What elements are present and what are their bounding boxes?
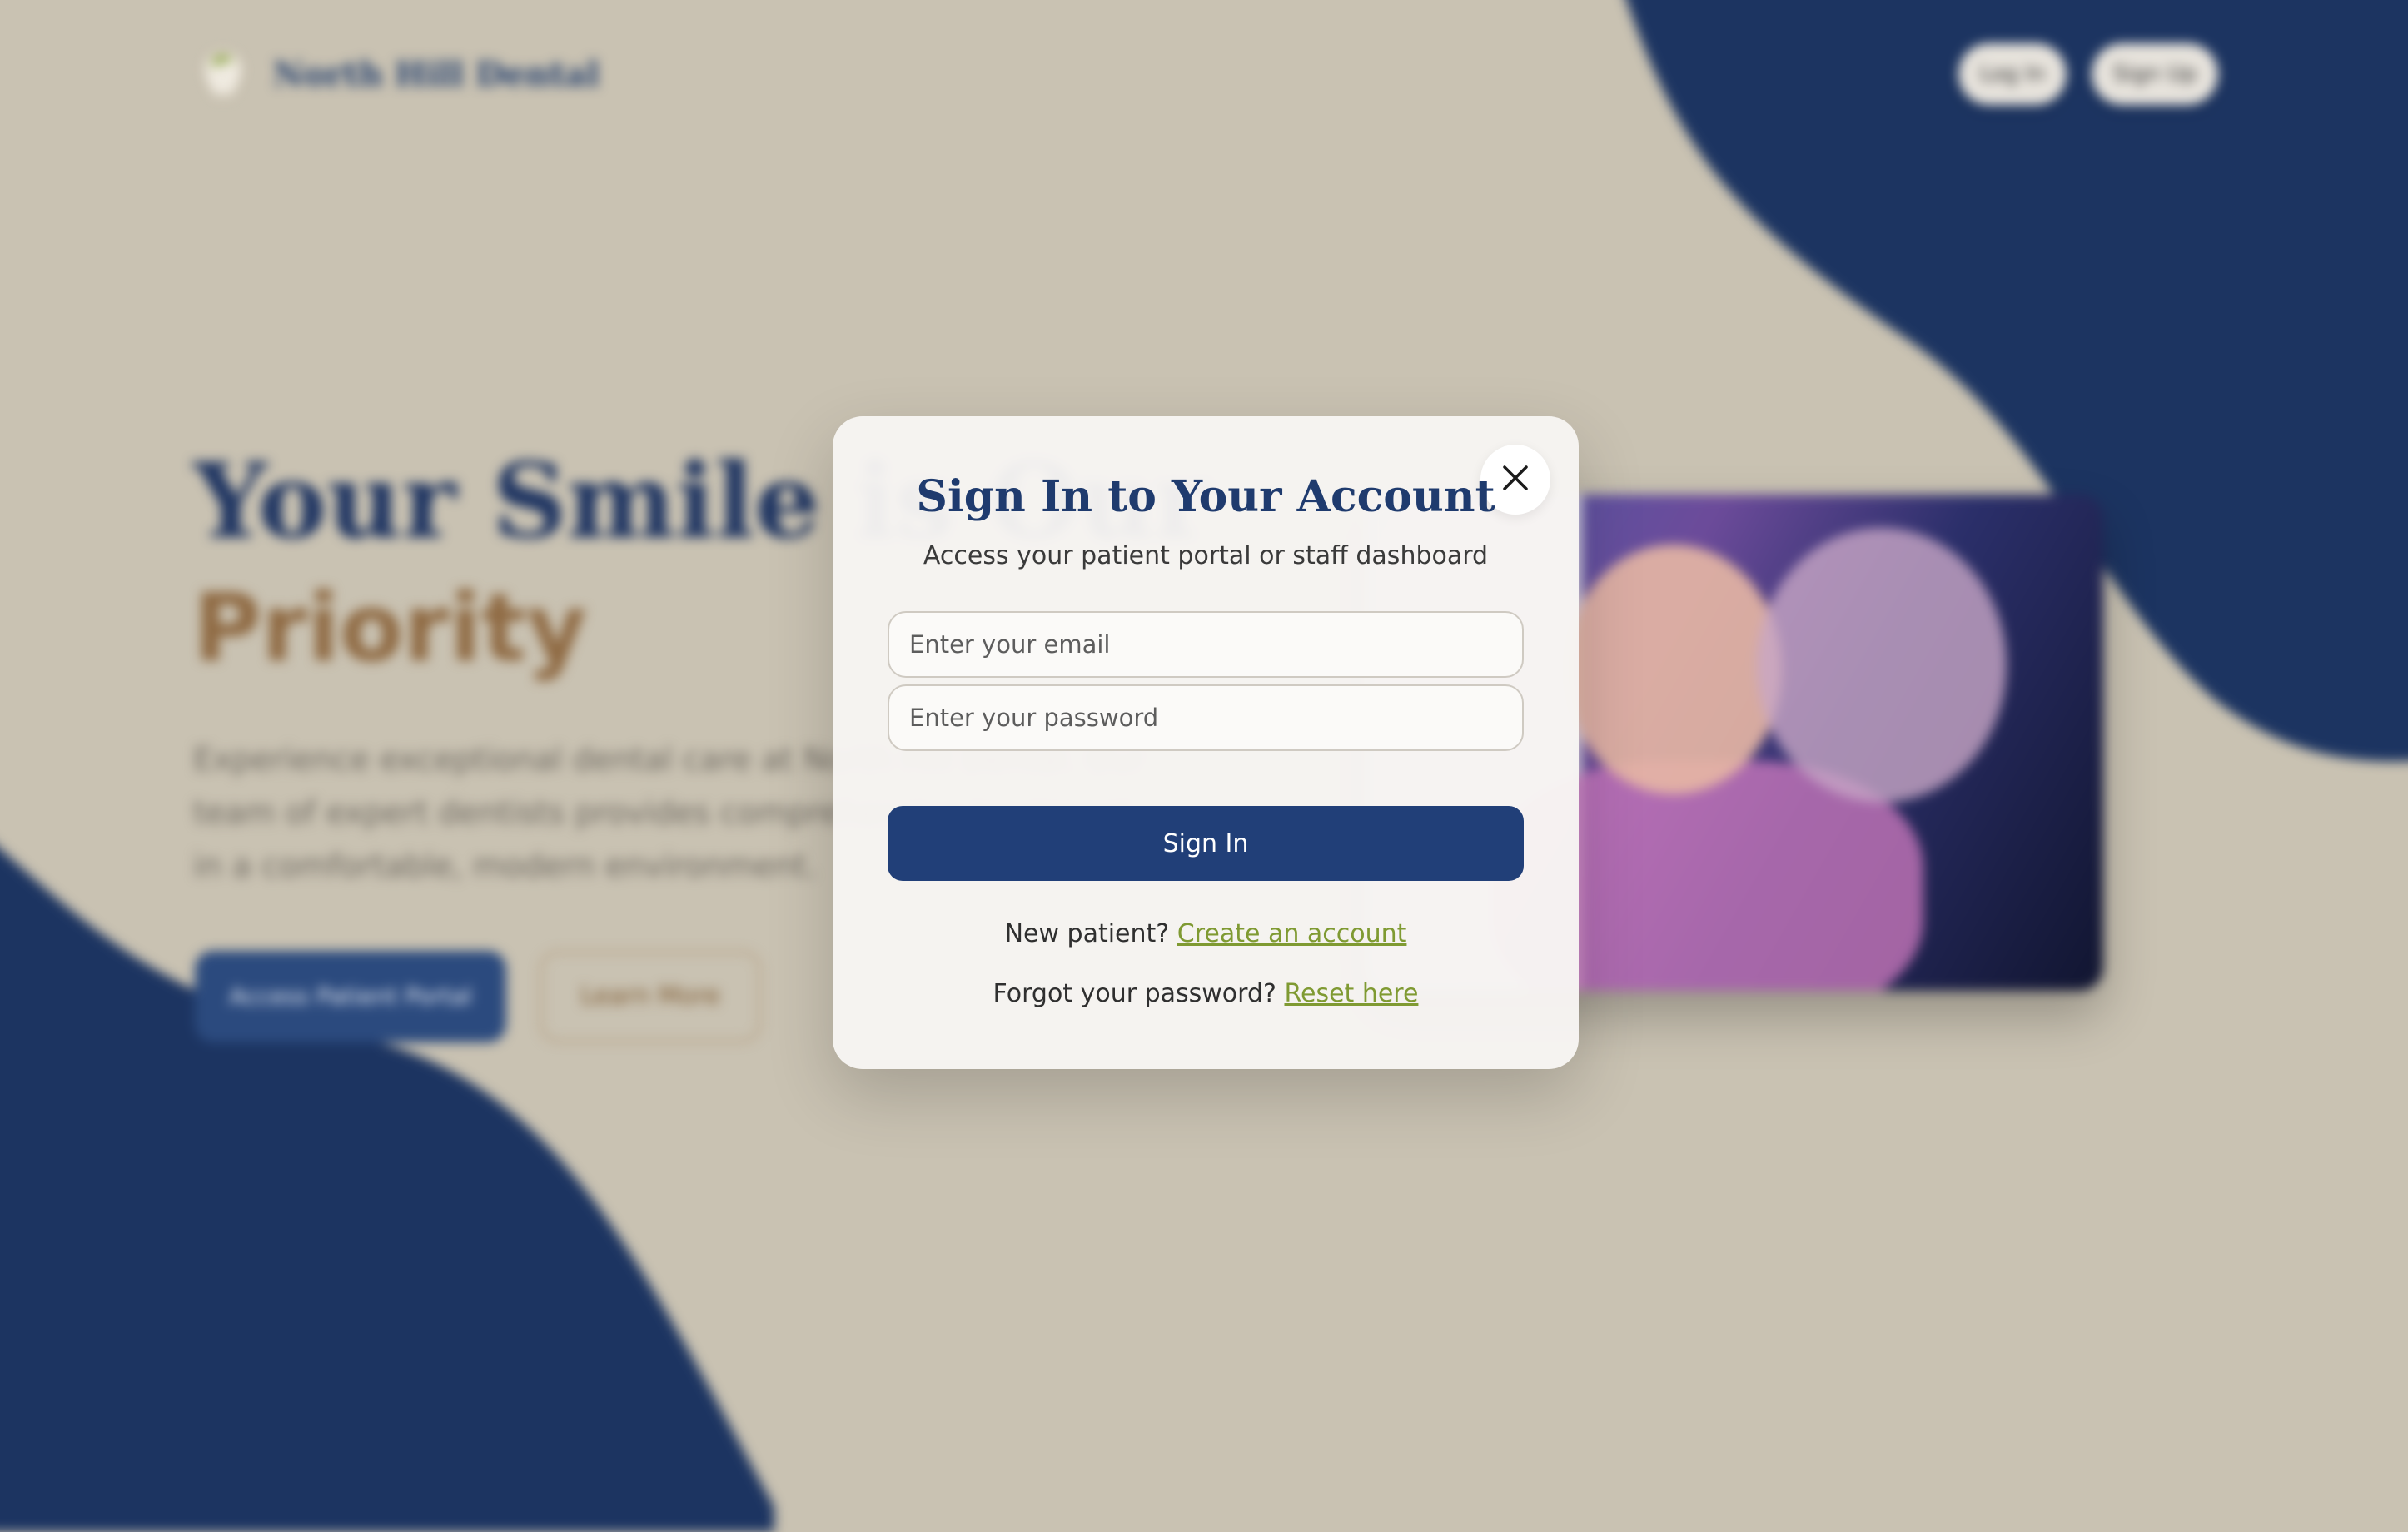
login-button[interactable]: Log In — [1958, 43, 2067, 105]
new-patient-line: New patient? Create an account — [833, 919, 1579, 948]
create-account-link[interactable]: Create an account — [1177, 919, 1407, 948]
brand[interactable]: North Hill Dental — [197, 45, 600, 103]
email-field[interactable] — [888, 611, 1524, 678]
modal-title: Sign In to Your Account — [916, 471, 1495, 522]
access-portal-button[interactable]: Access Patient Portal — [195, 951, 506, 1042]
learn-more-button[interactable]: Learn More — [540, 951, 761, 1042]
signup-button[interactable]: Sign Up — [2092, 43, 2218, 105]
bottom-left-blob — [0, 783, 833, 1532]
tooth-leaf-logo-icon — [197, 45, 250, 103]
new-patient-text: New patient? — [1004, 919, 1170, 948]
forgot-password-text: Forgot your password? — [993, 979, 1276, 1008]
hero-title-line2: Priority — [193, 574, 587, 683]
password-field[interactable] — [888, 684, 1524, 751]
sign-in-modal: Sign In to Your Account Access your pati… — [833, 416, 1579, 1069]
sign-in-button[interactable]: Sign In — [888, 806, 1524, 881]
modal-subtitle: Access your patient portal or staff dash… — [923, 541, 1489, 570]
brand-name: North Hill Dental — [273, 54, 600, 94]
forgot-password-line: Forgot your password? Reset here — [833, 979, 1579, 1008]
reset-password-link[interactable]: Reset here — [1284, 979, 1418, 1008]
